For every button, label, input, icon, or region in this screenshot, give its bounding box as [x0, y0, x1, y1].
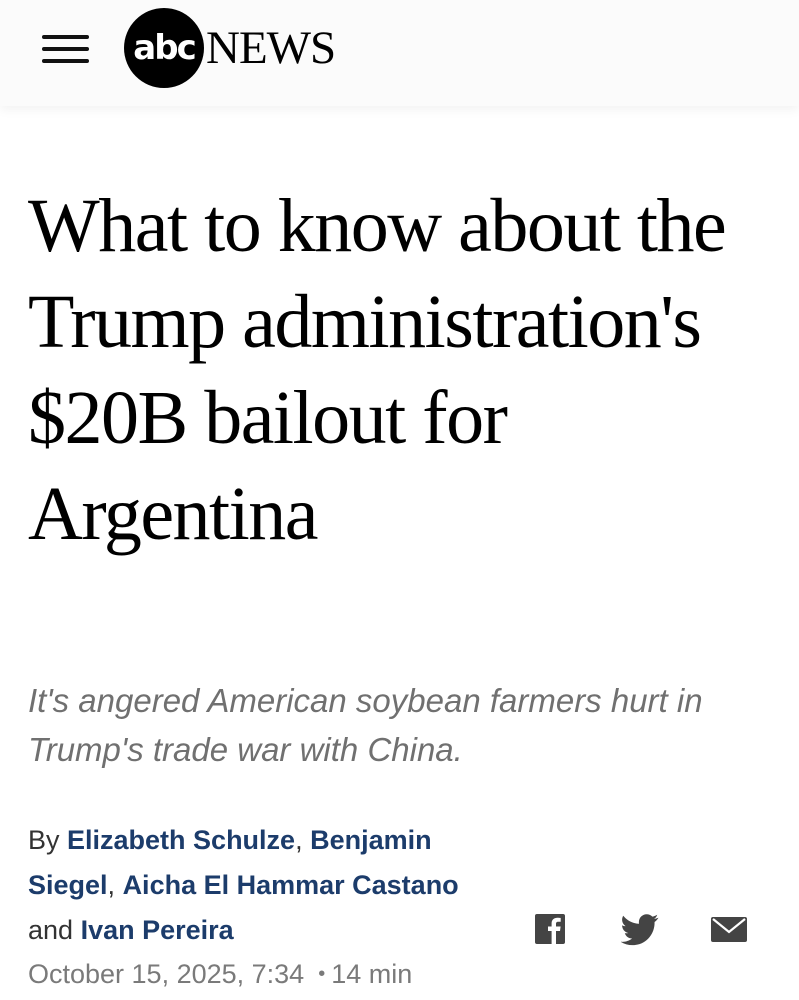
site-header: abc NEWS	[0, 0, 799, 106]
byline-separator: ,	[295, 825, 311, 855]
facebook-share-button[interactable]	[534, 910, 566, 948]
author-link[interactable]: Aicha El Hammar Castano	[123, 870, 459, 900]
author-link[interactable]: Ivan Pereira	[81, 915, 234, 945]
article-meta: October 15, 2025, 7:34 • 14 min	[28, 952, 412, 997]
article-subhead: It's angered American soybean farmers hu…	[28, 682, 703, 768]
byline-by: By	[28, 825, 68, 855]
publish-date: October 15, 2025, 7:34	[28, 959, 305, 989]
twitter-share-button[interactable]	[621, 910, 659, 948]
logo-news-text: NEWS	[206, 22, 336, 74]
byline-separator: ,	[107, 870, 123, 900]
hamburger-menu-icon[interactable]	[42, 31, 89, 67]
abc-news-logo[interactable]: abc NEWS	[124, 8, 336, 88]
byline: By Elizabeth Schulze, Benjamin Siegel, A…	[28, 818, 518, 953]
twitter-icon	[621, 914, 659, 946]
meta-separator-dot: •	[318, 963, 326, 985]
email-share-button[interactable]	[710, 910, 748, 948]
email-icon	[711, 917, 747, 942]
article-headline: What to know about the Trump administrat…	[28, 184, 727, 556]
abc-logo-circle: abc	[124, 8, 204, 88]
facebook-icon	[535, 914, 565, 944]
byline-and: and	[28, 915, 81, 945]
author-link[interactable]: Elizabeth Schulze	[67, 825, 295, 855]
read-time: 14 min	[331, 959, 413, 989]
